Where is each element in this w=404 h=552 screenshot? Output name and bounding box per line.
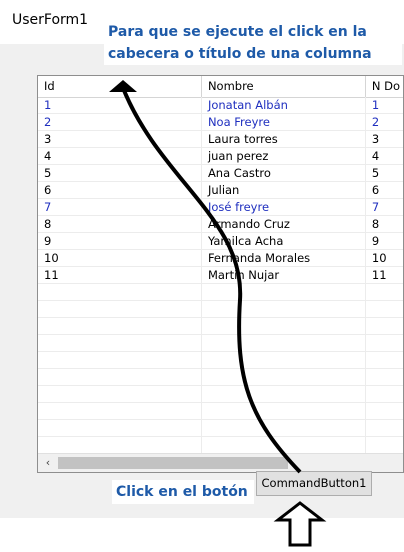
list-row-empty [38, 437, 403, 454]
list-cell-empty [366, 318, 403, 334]
list-cell-id: 11 [38, 267, 202, 283]
scrollbar-thumb[interactable] [58, 457, 288, 469]
list-row-empty [38, 318, 403, 335]
list-row-empty [38, 352, 403, 369]
list-cell-id: 4 [38, 148, 202, 164]
list-cell-empty [202, 318, 366, 334]
list-row[interactable]: 9 Yamilca Acha 9 [38, 233, 403, 250]
list-cell-nombre: Ana Castro [202, 165, 366, 181]
list-row[interactable]: 5 Ana Castro 5 [38, 165, 403, 182]
list-cell-id: 9 [38, 233, 202, 249]
bottom-strip [0, 518, 404, 552]
userform-window: UserForm1 Para que se ejecute el click e… [0, 0, 404, 552]
list-cell-empty [366, 369, 403, 385]
list-cell-empty [366, 352, 403, 368]
list-cell-empty [38, 301, 202, 317]
list-row[interactable]: 1 Jonatan Albán 1 [38, 97, 403, 114]
arrow-left-icon[interactable]: ‹ [40, 456, 56, 470]
list-cell-n-do: 10 [371, 251, 387, 265]
list-cell-empty [38, 403, 202, 419]
list-cell-empty [38, 318, 202, 334]
list-cell-id: 8 [38, 216, 202, 232]
list-cell-nombre: Julian [202, 182, 366, 198]
list-row[interactable]: 10 Fernanda Morales 10 [38, 250, 403, 267]
list-cell-n-do: 2 [371, 115, 380, 129]
list-cell-nombre: Armando Cruz [202, 216, 366, 232]
list-cell-empty [202, 335, 366, 351]
list-cell-n-do: 8 [371, 217, 380, 231]
list-row-empty [38, 301, 403, 318]
list-cell-nombre: Laura torres [202, 131, 366, 147]
list-cell-id: 7 [38, 199, 202, 215]
list-cell-nombre: Martin Nujar [202, 267, 366, 283]
list-cell-nombre: Fernanda Morales [202, 250, 366, 266]
list-cell-n-do: 4 [371, 149, 380, 163]
list-cell-empty [202, 352, 366, 368]
list-cell-n-do: 7 [371, 200, 380, 214]
list-row-empty [38, 335, 403, 352]
list-cell-empty [366, 420, 403, 436]
list-cell-n-do: 6 [371, 183, 380, 197]
list-cell-id: 10 [38, 250, 202, 266]
list-cell-empty [202, 386, 366, 402]
column-header-n-do[interactable]: N Do [366, 76, 403, 97]
list-row-empty [38, 403, 403, 420]
list-cell-empty [38, 284, 202, 300]
list-cell-empty [366, 403, 403, 419]
horizontal-scrollbar[interactable]: ‹ [38, 453, 403, 472]
list-cell-empty [38, 420, 202, 436]
list-cell-nombre: Jonatan Albán [202, 97, 366, 113]
list-cell-id: 2 [38, 114, 202, 130]
list-cell-empty [202, 403, 366, 419]
list-row-empty [38, 369, 403, 386]
column-header-id[interactable]: Id [38, 76, 202, 97]
list-cell-nombre: Yamilca Acha [202, 233, 366, 249]
list-row[interactable]: 11 Martin Nujar 11 [38, 267, 403, 284]
list-cell-nombre: juan perez [202, 148, 366, 164]
listbox[interactable]: Id Nombre N Do 1 Jonatan Albán 1 2 Noa Freyr… [37, 75, 404, 473]
window-title: UserForm1 [12, 12, 89, 28]
list-cell-empty [202, 301, 366, 317]
list-cell-id: 1 [38, 97, 202, 113]
list-cell-empty [38, 352, 202, 368]
list-cell-id: 5 [38, 165, 202, 181]
list-cell-empty [202, 369, 366, 385]
list-cell-n-do: 1 [371, 98, 380, 112]
list-row-empty [38, 386, 403, 403]
list-cell-empty [366, 301, 403, 317]
command-button-1[interactable]: CommandButton1 [256, 471, 372, 496]
list-cell-empty [366, 386, 403, 402]
list-cell-n-do: 5 [371, 166, 380, 180]
list-row[interactable]: 2 Noa Freyre 2 [38, 114, 403, 131]
list-cell-nombre: José freyre [202, 199, 366, 215]
list-cell-empty [202, 284, 366, 300]
list-cell-empty [38, 437, 202, 453]
list-row[interactable]: 3 Laura torres 3 [38, 131, 403, 148]
annotation-header-click: Para que se ejecute el click en la cabec… [104, 21, 402, 65]
list-cell-empty [202, 437, 366, 453]
list-cell-n-do: 9 [371, 234, 380, 248]
list-row[interactable]: 6 Julian 6 [38, 182, 403, 199]
list-row[interactable]: 4 juan perez 4 [38, 148, 403, 165]
list-row-empty [38, 284, 403, 301]
list-row[interactable]: 7 José freyre 7 [38, 199, 403, 216]
list-cell-empty [202, 420, 366, 436]
list-cell-n-do: 11 [371, 268, 387, 282]
list-cell-empty [38, 369, 202, 385]
list-cell-empty [38, 335, 202, 351]
list-cell-empty [366, 284, 403, 300]
list-cell-empty [366, 437, 403, 453]
list-cell-empty [366, 335, 403, 351]
list-cell-nombre: Noa Freyre [202, 114, 366, 130]
list-row[interactable]: 8 Armando Cruz 8 [38, 216, 403, 233]
list-cell-n-do: 3 [371, 132, 380, 146]
list-cell-empty [38, 386, 202, 402]
annotation-button-click: Click en el botón [112, 480, 254, 504]
listbox-header: Id Nombre N Do [38, 76, 403, 98]
list-cell-id: 6 [38, 182, 202, 198]
column-header-nombre[interactable]: Nombre [202, 76, 366, 97]
listbox-rows: 1 Jonatan Albán 1 2 Noa Freyre 2 3 Laura torres… [38, 97, 403, 471]
list-cell-id: 3 [38, 131, 202, 147]
list-row-empty [38, 420, 403, 437]
